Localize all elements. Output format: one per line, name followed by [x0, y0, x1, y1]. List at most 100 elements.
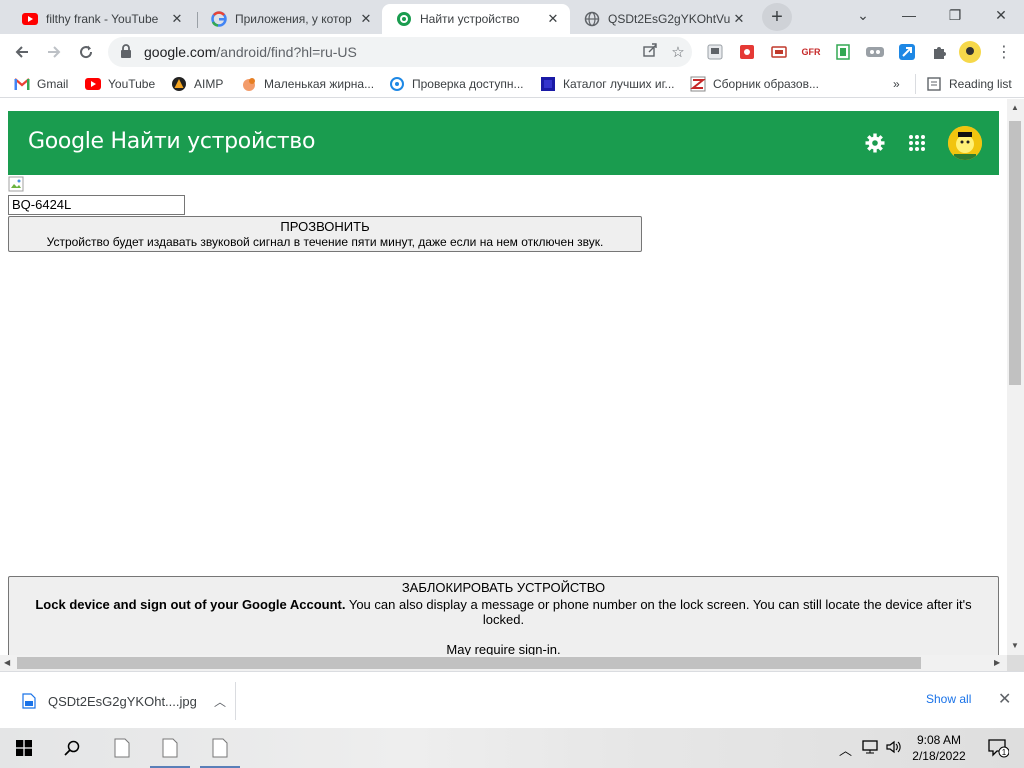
clock-time: 9:08 AM: [916, 733, 962, 747]
profile-avatar[interactable]: [959, 41, 981, 63]
settings-gear-icon[interactable]: [863, 131, 887, 155]
tab-google-apps[interactable]: Приложения, у котор ✕: [197, 4, 383, 34]
scroll-down-arrow-icon[interactable]: ▼: [1011, 641, 1019, 650]
bookmark-item[interactable]: Сборник образов...: [690, 75, 819, 93]
extensions-puzzle-icon[interactable]: [929, 42, 949, 62]
google-logo-text: Google: [28, 129, 104, 154]
scrollbar-corner: [1007, 655, 1024, 671]
extension-icon[interactable]: [865, 42, 885, 62]
scroll-left-arrow-icon[interactable]: ◀: [4, 658, 10, 667]
tab-close-icon[interactable]: ✕: [730, 11, 748, 27]
account-avatar[interactable]: [948, 126, 982, 160]
tray-chevron-up-icon[interactable]: ︿: [839, 740, 852, 759]
bookmark-item[interactable]: Проверка доступн...: [389, 75, 524, 93]
notification-count: 1: [1002, 748, 1007, 757]
reading-list-button[interactable]: Reading list: [915, 74, 1012, 94]
device-name-field[interactable]: BQ-6424L: [8, 195, 185, 215]
download-bar: QSDt2EsG2gYKOht....jpg ︿ Show all ✕: [0, 671, 1024, 728]
broken-image-icon: [8, 176, 24, 192]
horizontal-scrollbar[interactable]: ◀ ▶: [0, 655, 1007, 671]
bookmarks-bar: Gmail YouTube AIMP Маленькая жирна... Пр…: [0, 70, 1024, 98]
scroll-up-arrow-icon[interactable]: ▲: [1011, 103, 1019, 112]
bookmark-item[interactable]: Маленькая жирна...: [241, 75, 374, 93]
tab-close-icon[interactable]: ✕: [544, 11, 562, 27]
apps-grid-icon[interactable]: [905, 131, 929, 155]
vertical-scroll-thumb[interactable]: [1009, 121, 1021, 385]
ring-title: ПРОЗВОНИТЬ: [280, 219, 370, 234]
forward-button[interactable]: [40, 38, 68, 66]
bookmark-item[interactable]: Gmail: [14, 75, 68, 93]
download-item[interactable]: QSDt2EsG2gYKOht....jpg ︿: [16, 682, 236, 720]
url-path: /android/find?hl=ru-US: [216, 44, 357, 60]
tab-find-device[interactable]: Найти устройство ✕: [382, 4, 570, 34]
horizontal-scroll-thumb[interactable]: [17, 657, 921, 669]
extension-icon[interactable]: [897, 42, 917, 62]
bookmark-label: Gmail: [37, 77, 69, 91]
bookmark-item[interactable]: AIMP: [171, 75, 223, 93]
google-icon: [211, 11, 227, 27]
reload-button[interactable]: [72, 38, 100, 66]
tab-strip: filthy frank - YouTube ✕ Приложения, у к…: [0, 0, 1024, 34]
tab-close-icon[interactable]: ✕: [357, 11, 375, 27]
extension-icon[interactable]: [737, 42, 757, 62]
address-bar[interactable]: google.com/android/find?hl=ru-US ☆: [108, 37, 692, 67]
ring-device-button[interactable]: ПРОЗВОНИТЬ Устройство будет издавать зву…: [8, 216, 642, 252]
url-text[interactable]: google.com/android/find?hl=ru-US: [144, 44, 636, 60]
start-button[interactable]: [2, 728, 46, 768]
extension-icon[interactable]: [769, 42, 789, 62]
tab-image[interactable]: QSDt2EsG2gYKOhtVu ✕: [570, 4, 756, 34]
lock-title: ЗАБЛОКИРОВАТЬ УСТРОЙСТВО: [401, 580, 606, 595]
taskbar-app-icon[interactable]: [100, 728, 144, 768]
tab-youtube[interactable]: filthy frank - YouTube ✕: [8, 4, 194, 34]
search-icon[interactable]: [50, 728, 94, 768]
youtube-icon: [85, 76, 101, 92]
network-icon[interactable]: [862, 740, 878, 757]
back-button[interactable]: [8, 38, 36, 66]
url-host: google.com: [144, 44, 217, 60]
find-device-icon: [396, 11, 412, 27]
bookmark-site-icon: [690, 76, 706, 92]
page-title: Найти устройство: [110, 129, 316, 154]
tab-search-chevron-icon[interactable]: ⌄: [840, 0, 886, 30]
share-icon[interactable]: [636, 42, 664, 62]
bookmarks-overflow-button[interactable]: »: [893, 75, 900, 93]
scroll-right-arrow-icon[interactable]: ▶: [994, 658, 1000, 667]
lock-description-text: You can also display a message or phone …: [345, 597, 972, 627]
bookmark-item[interactable]: YouTube: [85, 75, 155, 93]
bookmark-site-icon: [540, 76, 556, 92]
minimize-button[interactable]: —: [886, 0, 932, 30]
notifications-button[interactable]: 1: [976, 728, 1020, 768]
tab-title: QSDt2EsG2gYKOhtVu: [608, 12, 730, 26]
overflow-chevron-icon: »: [893, 77, 900, 91]
bookmark-label: YouTube: [108, 77, 156, 91]
chevron-up-icon[interactable]: ︿: [205, 693, 235, 710]
extension-icon[interactable]: GFR: [801, 42, 821, 62]
globe-icon: [584, 11, 600, 27]
bookmark-label: AIMP: [194, 77, 224, 91]
close-window-button[interactable]: ✕: [978, 0, 1024, 30]
tab-title: filthy frank - YouTube: [46, 12, 159, 26]
windows-taskbar: ︿ 9:08 AM 2/18/2022 1: [0, 728, 1024, 768]
download-filename: QSDt2EsG2gYKOht....jpg: [48, 693, 197, 709]
tab-close-icon[interactable]: ✕: [168, 11, 186, 27]
close-download-bar-icon[interactable]: ✕: [998, 689, 1011, 709]
bookmark-item[interactable]: Каталог лучших иг...: [540, 75, 675, 93]
system-clock[interactable]: 9:08 AM 2/18/2022: [906, 732, 972, 764]
restore-button[interactable]: ❐: [932, 0, 978, 30]
lock-description: Lock device and sign out of your Google …: [19, 597, 988, 627]
bookmark-star-icon[interactable]: ☆: [664, 43, 692, 61]
kebab-menu-icon[interactable]: ⋮: [994, 42, 1014, 62]
new-tab-button[interactable]: +: [762, 3, 792, 31]
bookmark-label: Маленькая жирна...: [264, 77, 375, 91]
extension-icon[interactable]: [833, 42, 853, 62]
bookmark-label: Сборник образов...: [713, 77, 819, 91]
taskbar-app-icon[interactable]: [148, 728, 192, 768]
bookmark-label: Каталог лучших иг...: [563, 77, 675, 91]
extension-icon[interactable]: [705, 42, 725, 62]
vertical-scrollbar[interactable]: ▲ ▼: [1007, 99, 1024, 655]
taskbar-app-icon[interactable]: [198, 728, 242, 768]
tab-title: Найти устройство: [420, 12, 520, 26]
show-all-downloads-link[interactable]: Show all: [926, 692, 971, 706]
volume-icon[interactable]: [886, 740, 902, 757]
lock-icon[interactable]: [120, 43, 136, 61]
